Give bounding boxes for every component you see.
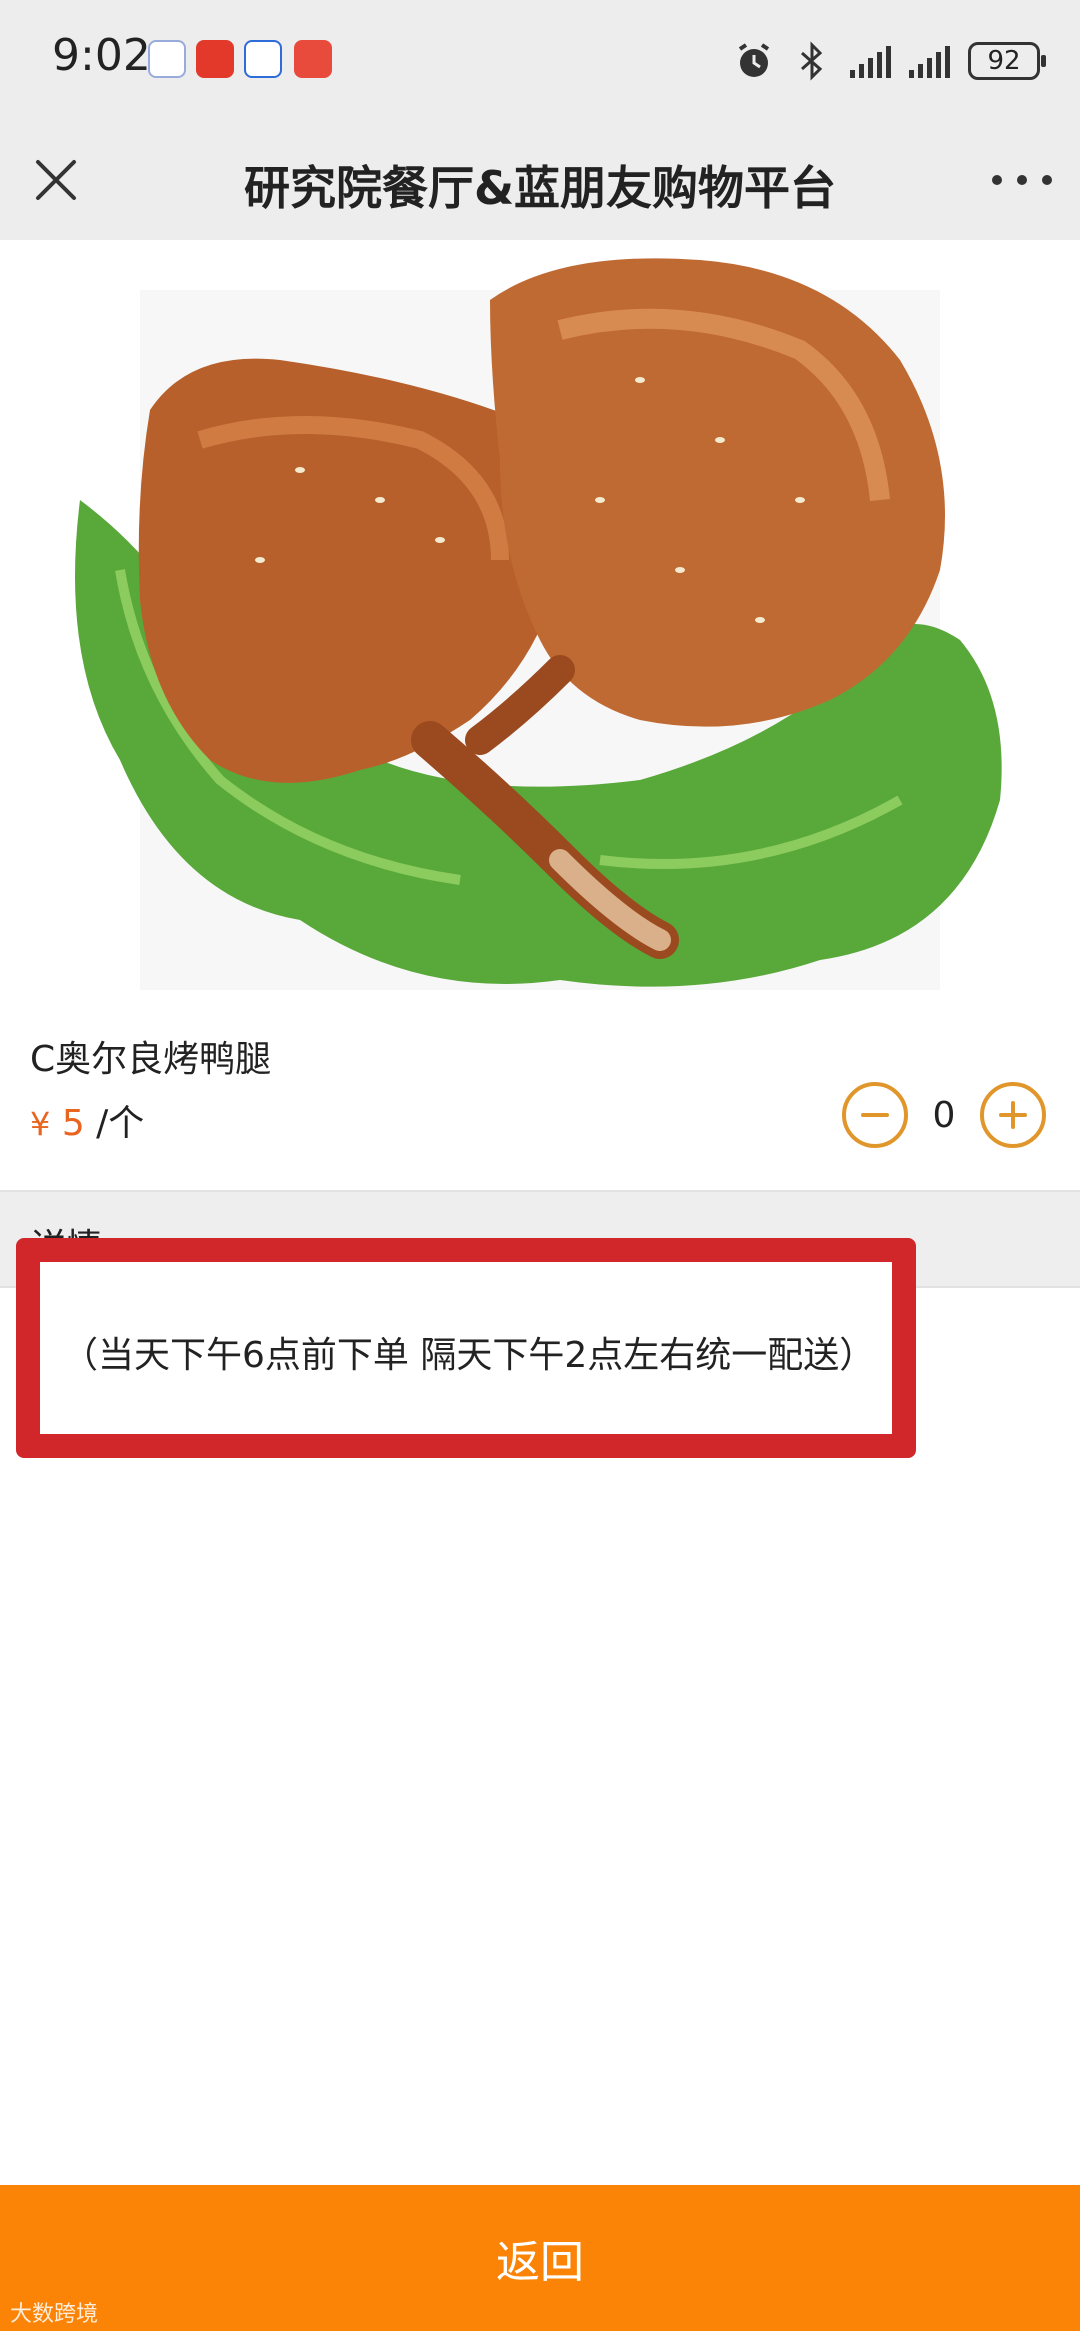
taobao-icon [196, 40, 234, 78]
more-dot [992, 175, 1002, 185]
roast-duck-leg-image [75, 258, 1002, 990]
status-bar: 9:02 92 [0, 0, 1080, 120]
page-title: 研究院餐厅&蓝朋友购物平台 [243, 161, 837, 215]
status-time: 9:02 [52, 30, 151, 81]
signal-icon [850, 44, 891, 78]
nav-bar: 研究院餐厅&蓝朋友购物平台 [0, 120, 1080, 240]
baidu-icon [244, 40, 282, 78]
bluetooth-icon [801, 41, 823, 81]
minus-icon [861, 1113, 889, 1117]
highlighted-note: （当天下午6点前下单 隔天下午2点左右统一配送） [16, 1238, 916, 1458]
delivery-note: （当天下午6点前下单 隔天下午2点左右统一配送） [62, 1335, 876, 1376]
product-image [0, 240, 1080, 1000]
price-unit: /个 [96, 1103, 145, 1144]
more-dot [1042, 175, 1052, 185]
product-name: C奥尔良烤鸭腿 [30, 1039, 272, 1080]
quantity-value: 0 [932, 1094, 956, 1136]
status-indicators: 92 [734, 36, 1046, 86]
quantity-stepper: 0 [842, 1082, 1046, 1148]
currency-symbol: ¥ [30, 1105, 51, 1143]
decrease-button[interactable] [842, 1082, 908, 1148]
qq-icon [148, 40, 186, 78]
alarm-icon [738, 43, 770, 77]
battery-indicator: 92 [968, 42, 1046, 80]
red-envelope-icon [294, 40, 332, 78]
signal-icon [909, 44, 950, 78]
watermark: 大数跨境 [10, 2302, 99, 2327]
plus-icon [999, 1101, 1027, 1129]
product-price: ¥ 5 /个 [30, 1094, 144, 1146]
back-button[interactable]: 返回 [0, 2185, 1080, 2331]
more-button[interactable] [992, 168, 1052, 192]
more-dot [1017, 175, 1027, 185]
increase-button[interactable] [980, 1082, 1046, 1148]
price-value: 5 [61, 1103, 85, 1144]
